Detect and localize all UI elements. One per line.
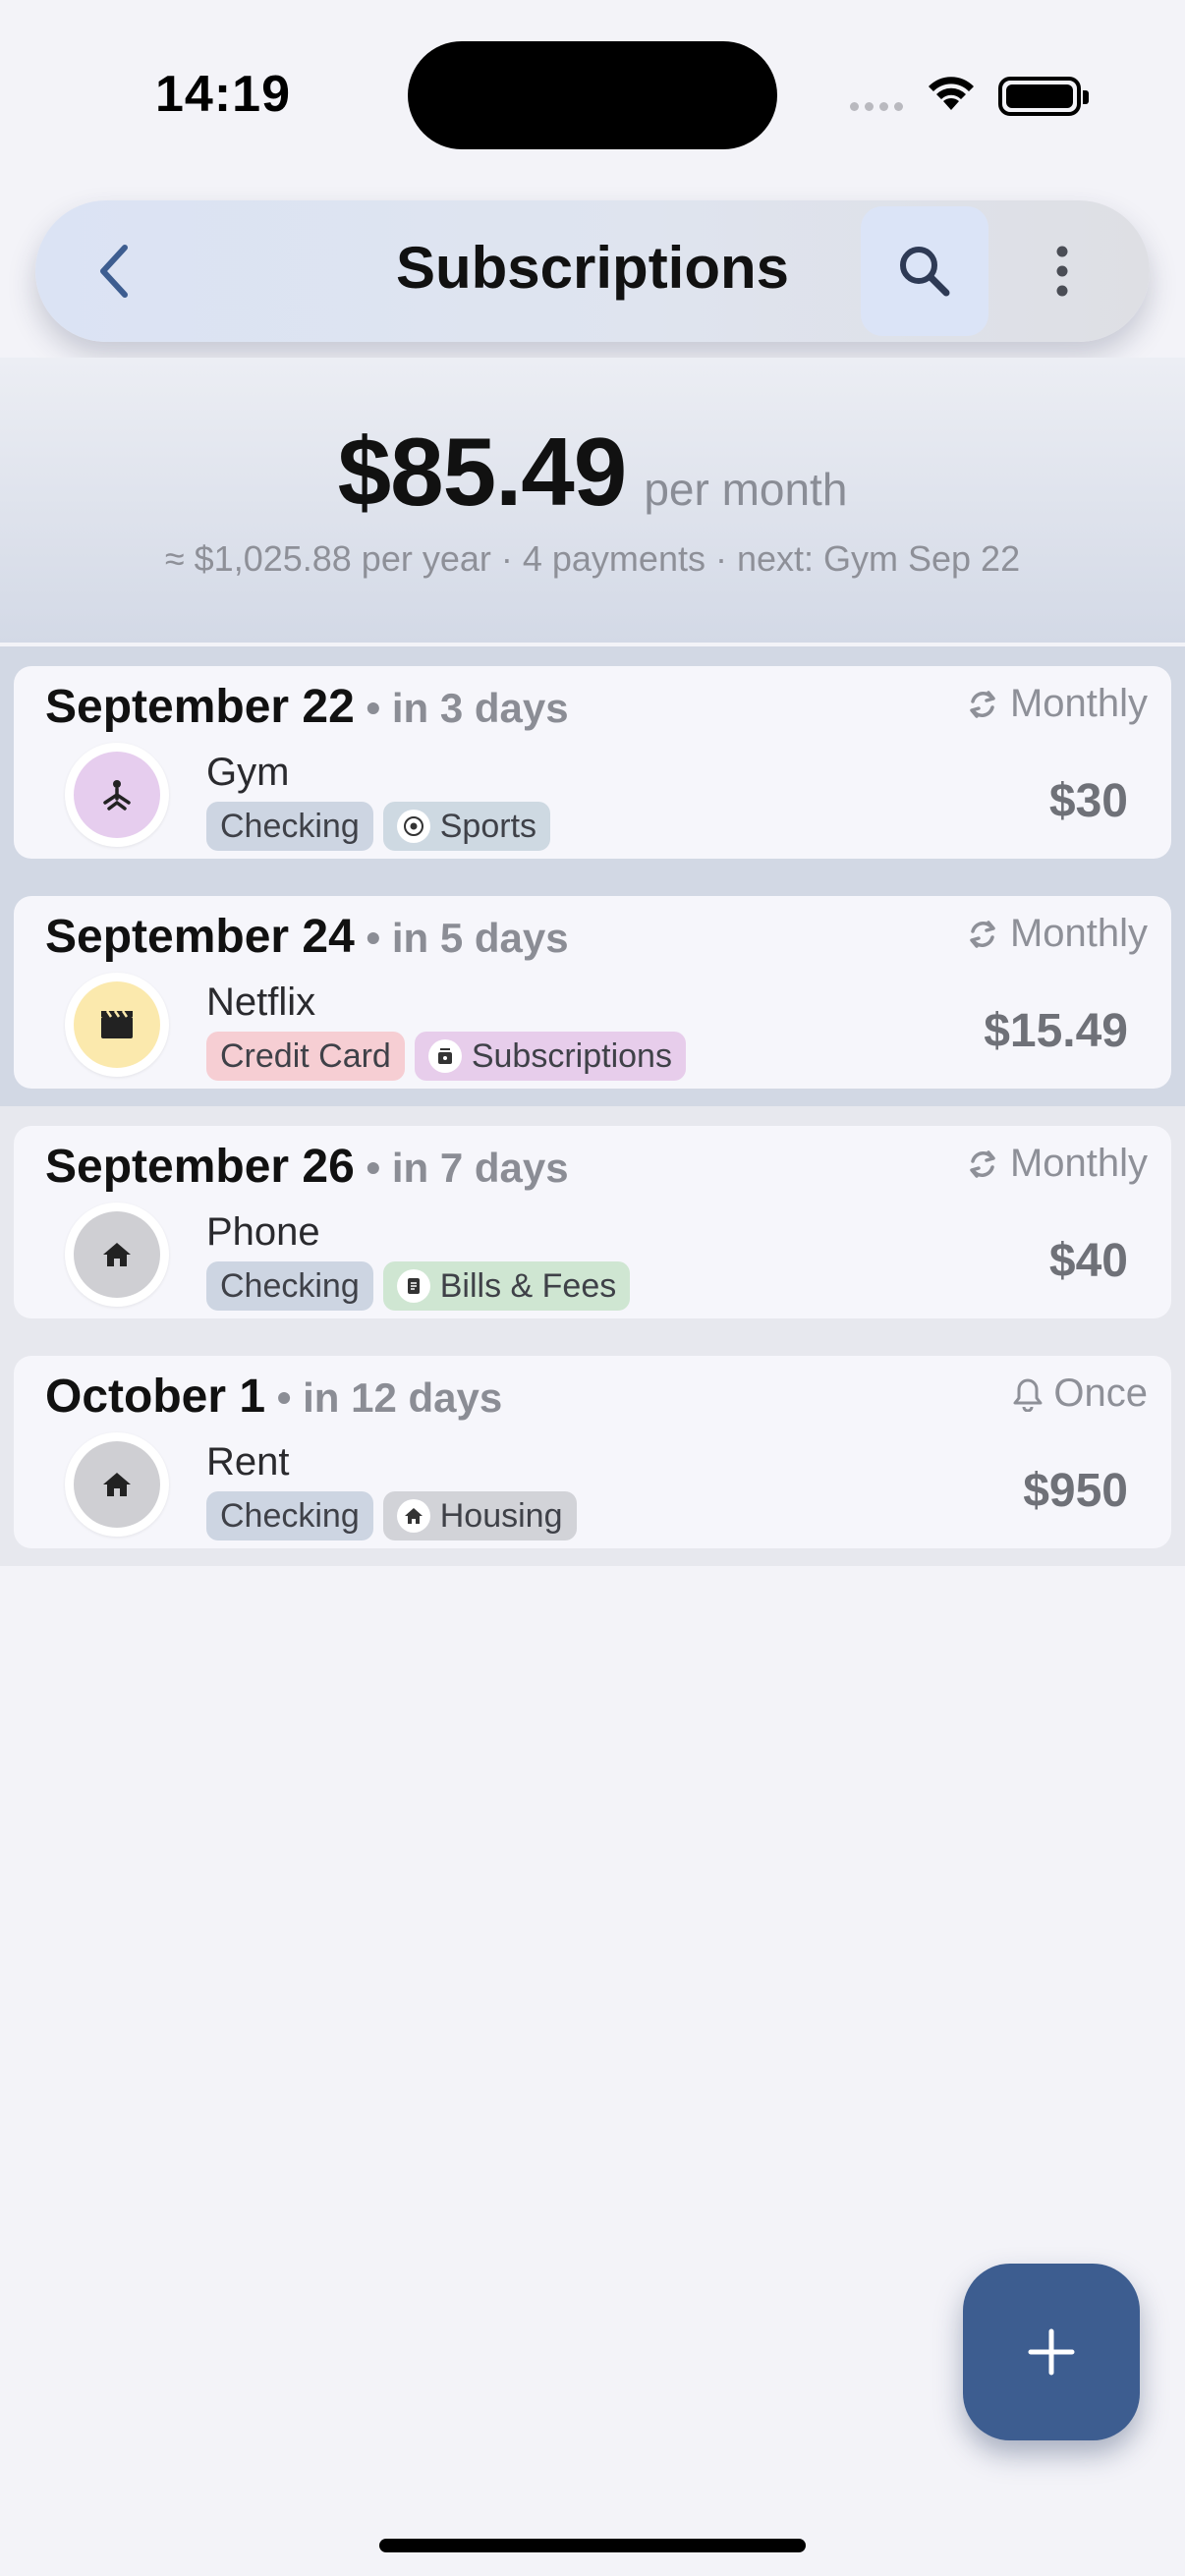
soccer-ball-icon [396, 810, 430, 843]
payment-date: September 24 • in 5 days [45, 911, 569, 963]
dynamic-island [408, 41, 777, 149]
payment-card-phone[interactable]: September 26 • in 7 days Monthly Phone C… [14, 1126, 1171, 1318]
status-bar: 14:19 [0, 0, 1185, 196]
category-tag: Subscriptions [414, 1032, 686, 1081]
payment-avatar [65, 743, 169, 847]
payment-amount: $30 [1048, 775, 1128, 827]
category-tag: Sports [382, 802, 551, 851]
category-tag: Housing [382, 1491, 577, 1540]
category-tag: Bills & Fees [382, 1261, 631, 1311]
payment-amount: $40 [1048, 1235, 1128, 1287]
payment-avatar [65, 1432, 169, 1537]
account-tag: Checking [206, 802, 373, 851]
home-icon [74, 1441, 160, 1528]
payment-frequency: Monthly [965, 682, 1148, 726]
repeat-icon [970, 920, 995, 948]
top-navigation-bar: Subscriptions [35, 200, 1150, 342]
home-indicator[interactable] [379, 2539, 806, 2552]
payment-relative-date: • in 3 days [354, 685, 569, 731]
search-icon [900, 247, 950, 297]
account-tag: Checking [206, 1491, 373, 1540]
payment-relative-date: • in 5 days [354, 915, 569, 961]
cellular-signal-icon [850, 102, 903, 111]
more-options-button[interactable] [1028, 236, 1097, 307]
wifi-icon [924, 71, 979, 119]
bill-icon [396, 1269, 430, 1303]
sports-icon [74, 752, 160, 838]
payment-frequency: Once [1012, 1372, 1148, 1416]
payment-tags: Credit Card Subscriptions [206, 1032, 686, 1081]
summary-total-row: $85.49 per month [0, 417, 1185, 528]
account-tag: Credit Card [206, 1032, 405, 1081]
payment-name: Netflix [206, 980, 316, 1024]
account-tag: Checking [206, 1261, 373, 1311]
more-vertical-icon [1056, 246, 1068, 297]
payment-card-netflix[interactable]: September 24 • in 5 days Monthly Netflix… [14, 896, 1171, 1089]
payment-frequency: Monthly [965, 1142, 1148, 1186]
payment-date: September 26 • in 7 days [45, 1141, 569, 1193]
payment-tags: Checking Sports [206, 802, 551, 851]
payment-date: October 1 • in 12 days [45, 1371, 503, 1423]
repeat-icon [970, 690, 995, 718]
payment-name: Gym [206, 751, 290, 794]
payment-name: Phone [206, 1210, 320, 1254]
status-time: 14:19 [155, 66, 291, 123]
monthly-summary: $85.49 per month ≈ $1,025.88 per year · 4… [0, 358, 1185, 643]
payment-relative-date: • in 12 days [265, 1374, 503, 1421]
search-button[interactable] [861, 206, 988, 336]
payment-avatar [65, 1203, 169, 1307]
payment-relative-date: • in 7 days [354, 1145, 569, 1191]
payment-card-rent[interactable]: October 1 • in 12 days Once Rent Checkin… [14, 1356, 1171, 1548]
payment-avatar [65, 973, 169, 1077]
payment-date: September 22 • in 3 days [45, 681, 569, 733]
payment-group: September 24 • in 5 days Monthly Netflix… [0, 876, 1185, 1106]
payment-tags: Checking Bills & Fees [206, 1261, 631, 1311]
payment-group: October 1 • in 12 days Once Rent Checkin… [0, 1336, 1185, 1566]
payment-group: September 26 • in 7 days Monthly Phone C… [0, 1106, 1185, 1336]
subscription-box-icon [427, 1039, 462, 1073]
payment-amount: $950 [1023, 1465, 1128, 1517]
house-icon [396, 1499, 430, 1533]
home-icon [74, 1211, 160, 1298]
repeat-icon [970, 1149, 995, 1178]
payments-list: September 22 • in 3 days Monthly Gym Che… [0, 646, 1185, 1566]
monthly-total-period: per month [644, 464, 848, 515]
payment-tags: Checking Housing [206, 1491, 577, 1540]
clapperboard-icon [74, 981, 160, 1068]
payment-group: September 22 • in 3 days Monthly Gym Che… [0, 646, 1185, 876]
payment-amount: $15.49 [984, 1005, 1128, 1057]
plus-icon [1028, 2328, 1075, 2376]
payment-name: Rent [206, 1440, 290, 1484]
payment-frequency: Monthly [965, 912, 1148, 956]
payment-card-gym[interactable]: September 22 • in 3 days Monthly Gym Che… [14, 666, 1171, 859]
battery-icon [998, 77, 1089, 116]
summary-details: ≈ $1,025.88 per year · 4 payments · next… [164, 538, 1021, 579]
add-payment-button[interactable] [963, 2264, 1140, 2440]
bell-icon [1013, 1378, 1043, 1412]
monthly-total: $85.49 [337, 418, 628, 526]
